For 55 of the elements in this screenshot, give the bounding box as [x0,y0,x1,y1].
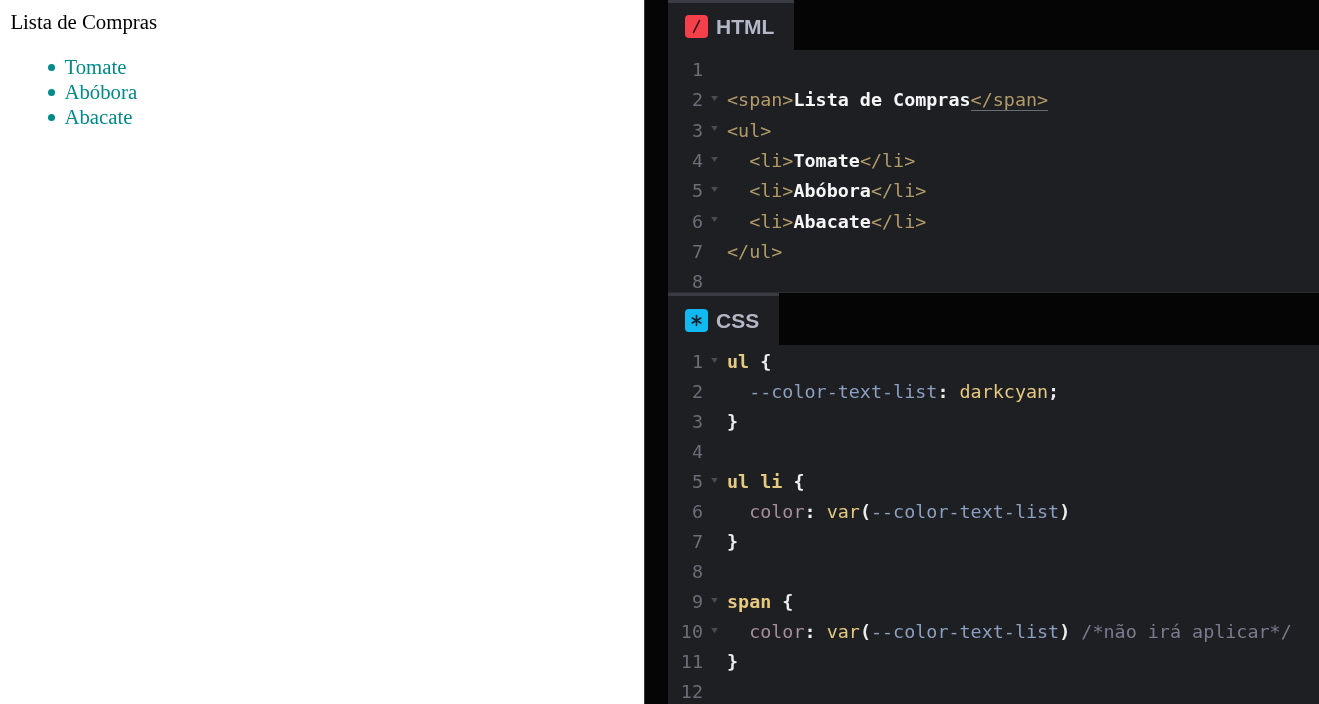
code-line: --color-text-list: darkcyan; [749,382,1060,402]
code-line: <span>Lista de Compras</span> [727,90,1049,111]
list-item: Tomate [64,55,127,80]
heading-text: Lista de Compras [10,10,158,34]
line-number: 5 [691,181,703,202]
line-number: 3 [691,120,703,141]
fold-caret-icon[interactable] [711,95,718,101]
line-number: 2 [691,90,703,111]
line-number: 5 [691,472,703,492]
code-line: } [727,532,739,552]
list-item: Abóbora [64,80,138,105]
line-number: 8 [691,272,703,292]
list-item: Abacate [64,105,133,130]
line-number: 12 [680,682,703,702]
line-number: 1 [691,60,703,81]
line-number: 10 [680,622,703,642]
code-line: <li>Abóbora</li> [749,181,927,202]
code-line: <li>Abacate</li> [749,211,927,232]
line-number: 9 [691,592,703,612]
bullet-icon [48,63,56,71]
fold-caret-icon[interactable] [711,357,718,363]
code-line: color: var(--color-text-list) /*não irá aplicar*/ [749,622,1292,642]
line-number: 6 [691,211,703,232]
line-number: 7 [691,532,703,552]
fold-caret-icon[interactable] [711,477,718,483]
editor-tab[interactable]: HTML [668,0,795,50]
line-number: 4 [691,151,703,172]
code-line: <li>Tomate</li> [749,151,916,172]
fold-caret-icon[interactable] [711,156,718,162]
fold-caret-icon[interactable] [711,597,718,603]
fold-caret-icon[interactable] [711,627,718,633]
line-number: 8 [691,562,703,582]
asterisk-badge-icon [685,309,708,332]
line-number: 11 [680,652,703,672]
code-line: <ul> [727,120,772,141]
code-line: </ul> [727,241,783,262]
bullet-icon [48,113,56,121]
line-number: 1 [691,352,703,372]
code-line: } [727,412,739,432]
editor-tab[interactable]: CSS [668,293,780,345]
code-line: color: var(--color-text-list) [749,502,1071,522]
line-number: 7 [691,241,703,262]
fold-caret-icon[interactable] [711,186,718,192]
fold-caret-icon[interactable] [711,126,718,132]
line-number: 2 [691,382,703,402]
bullet-icon [48,88,56,96]
line-number: 4 [691,442,703,462]
fold-caret-icon[interactable] [711,217,718,223]
code-line: span { [727,592,794,612]
code-line: ul li { [727,472,805,492]
line-number: 6 [691,502,703,522]
code-line: ul { [727,352,772,372]
code-line: } [727,652,739,672]
slash-badge-icon [685,15,708,38]
line-number: 3 [691,412,703,432]
